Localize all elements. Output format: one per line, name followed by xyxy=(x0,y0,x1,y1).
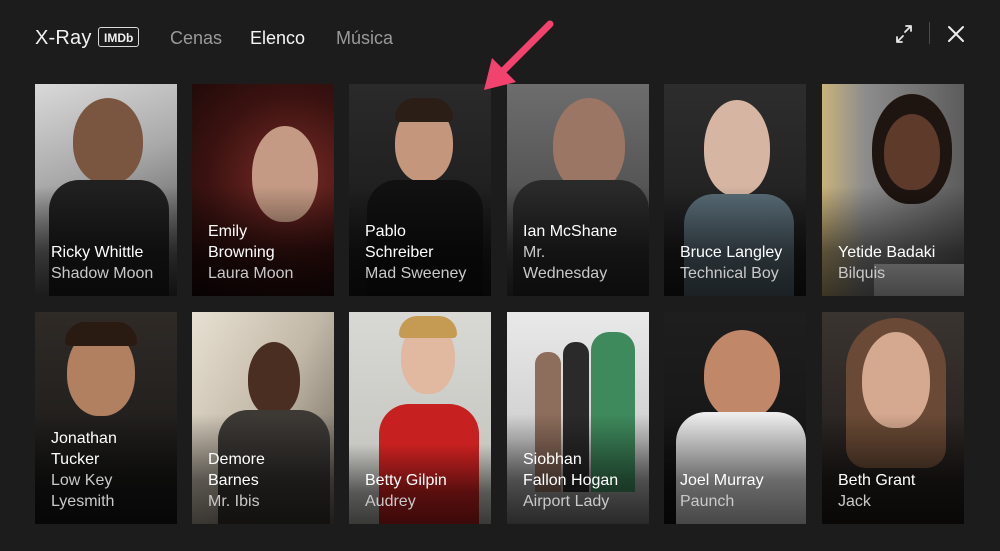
cast-name: Betty Gilpin xyxy=(365,472,447,489)
cast-role: Jack xyxy=(838,493,871,510)
cast-card-jonathan-tucker[interactable]: Jonathan Tucker Low Key Lyesmith xyxy=(35,312,177,524)
cast-card-emily-browning[interactable]: Emily Browning Laura Moon xyxy=(192,84,334,296)
cast-name: Yetide Badaki xyxy=(838,244,936,261)
cast-name: Joel Murray xyxy=(680,472,764,489)
cast-name: Ian McShane xyxy=(523,223,618,240)
cast-card-siobhan-fallon-hogan[interactable]: Siobhan Fallon Hogan Airport Lady xyxy=(507,312,649,524)
cast-card-betty-gilpin[interactable]: Betty Gilpin Audrey xyxy=(349,312,491,524)
expand-button[interactable] xyxy=(893,24,915,44)
cast-card-beth-grant[interactable]: Beth Grant Jack xyxy=(822,312,964,524)
cast-name: Bruce Langley xyxy=(680,244,783,261)
tab-elenco[interactable]: Elenco xyxy=(250,28,305,49)
cast-role: Audrey xyxy=(365,493,416,510)
cast-name: Demore Barnes xyxy=(208,451,265,489)
cast-name: Pablo Schreiber xyxy=(365,223,434,261)
tab-musica[interactable]: Música xyxy=(336,28,393,49)
xray-panel: X-Ray IMDb Cenas Elenco Música Ricky Whi… xyxy=(0,0,1000,551)
cast-card-joel-murray[interactable]: Joel Murray Paunch xyxy=(664,312,806,524)
cast-role: Technical Boy xyxy=(680,265,779,282)
cast-role: Mr. Ibis xyxy=(208,493,260,510)
cast-name: Beth Grant xyxy=(838,472,916,489)
xray-header: X-Ray IMDb Cenas Elenco Música xyxy=(0,0,1000,76)
cast-name: Siobhan Fallon Hogan xyxy=(523,451,619,489)
cast-name: Ricky Whittle xyxy=(51,244,144,261)
cast-role: Paunch xyxy=(680,493,735,510)
cast-role: Airport Lady xyxy=(523,493,610,510)
cast-card-ricky-whittle[interactable]: Ricky Whittle Shadow Moon xyxy=(35,84,177,296)
close-button[interactable] xyxy=(946,24,966,44)
cast-name: Jonathan Tucker xyxy=(51,430,117,468)
close-icon xyxy=(948,26,964,42)
cast-card-bruce-langley[interactable]: Bruce Langley Technical Boy xyxy=(664,84,806,296)
cast-role: Mr. Wednesday xyxy=(523,244,608,282)
cast-card-yetide-badaki[interactable]: Yetide Badaki Bilquis xyxy=(822,84,964,296)
cast-role: Low Key Lyesmith xyxy=(51,472,115,510)
cast-grid: Ricky Whittle Shadow Moon Emily Browning… xyxy=(35,84,965,524)
cast-role: Mad Sweeney xyxy=(365,265,467,282)
cast-role: Shadow Moon xyxy=(51,265,154,282)
cast-card-ian-mcshane[interactable]: Ian McShane Mr. Wednesday xyxy=(507,84,649,296)
tab-cenas[interactable]: Cenas xyxy=(170,28,222,49)
cast-name: Emily Browning xyxy=(208,223,275,261)
cast-role: Laura Moon xyxy=(208,265,294,282)
cast-card-pablo-schreiber[interactable]: Pablo Schreiber Mad Sweeney xyxy=(349,84,491,296)
header-divider xyxy=(929,22,930,44)
expand-icon xyxy=(896,25,912,43)
imdb-badge: IMDb xyxy=(98,27,140,47)
cast-role: Bilquis xyxy=(838,265,886,282)
xray-title: X-Ray xyxy=(35,27,92,49)
cast-card-demore-barnes[interactable]: Demore Barnes Mr. Ibis xyxy=(192,312,334,524)
